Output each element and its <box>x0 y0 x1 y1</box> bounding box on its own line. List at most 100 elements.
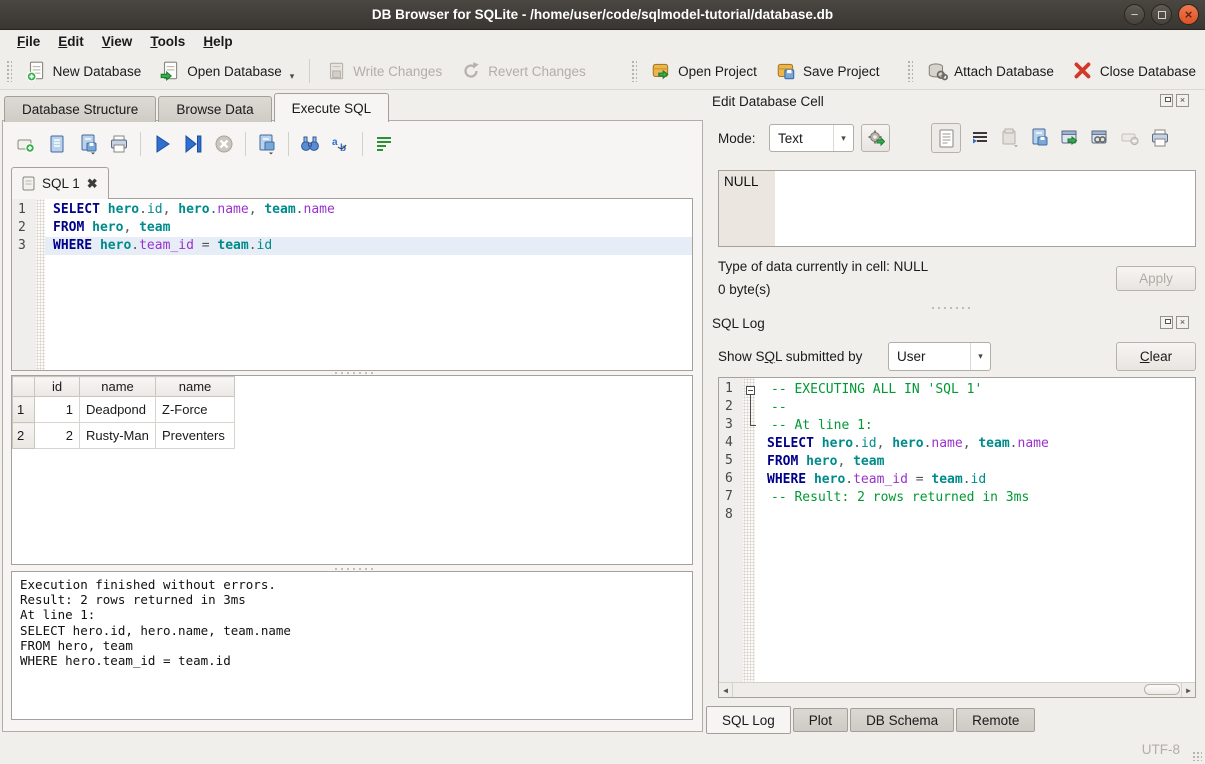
clear-button[interactable]: Clear <box>1116 342 1196 371</box>
cell-hero-name[interactable]: Rusty-Man <box>80 423 156 449</box>
sql-line-current: WHERE hero.team_id = team.id <box>45 237 692 255</box>
cell-size-info: 0 byte(s) <box>718 282 771 297</box>
sql-log-dock-header: SQL Log × <box>712 316 1199 334</box>
menu-help[interactable]: Help <box>194 32 241 51</box>
menu-view[interactable]: View <box>93 32 142 51</box>
main-toolbar: New Database Open Database ▾ Write Chang… <box>0 53 1205 90</box>
resize-grip[interactable] <box>1192 751 1202 761</box>
export-results-icon[interactable] <box>256 133 278 155</box>
close-database-button[interactable]: Close Database <box>1063 57 1205 85</box>
open-project-icon <box>650 60 672 82</box>
import-mode-button[interactable] <box>861 124 890 152</box>
row-header[interactable]: 1 <box>13 397 35 423</box>
minimize-icon[interactable]: − <box>1124 4 1145 25</box>
print-icon[interactable] <box>1149 127 1171 149</box>
gear-import-icon <box>867 129 885 147</box>
revert-changes-icon <box>460 60 482 82</box>
results-grid[interactable]: id name name 1 1 Deadpond Z-Force 2 2 Ru… <box>11 375 693 565</box>
cell-value: NULL <box>724 174 759 189</box>
open-database-button[interactable]: Open Database ▾ <box>150 57 303 85</box>
log-filter-select[interactable]: User ▾ <box>888 342 991 371</box>
save-sql-file-icon[interactable] <box>77 133 99 155</box>
sql-tab-close-icon[interactable]: ✖ <box>87 176 98 192</box>
scroll-left-icon[interactable]: ◀ <box>719 683 733 697</box>
table-row[interactable]: 1 1 Deadpond Z-Force <box>13 397 235 423</box>
word-wrap-icon[interactable] <box>373 133 395 155</box>
open-external-icon[interactable] <box>1059 127 1081 149</box>
cell-team-name[interactable]: Preventers <box>156 423 235 449</box>
execute-current-line-icon[interactable] <box>182 133 204 155</box>
revert-changes-button[interactable]: Revert Changes <box>451 57 595 85</box>
column-header-name2[interactable]: name <box>156 377 235 397</box>
log-line: -- Result: 2 rows returned in 3ms <box>759 489 1195 507</box>
chevron-down-icon: ▾ <box>970 343 990 370</box>
new-database-icon <box>25 60 47 82</box>
execute-all-icon[interactable] <box>151 133 173 155</box>
tab-browse-data[interactable]: Browse Data <box>158 96 271 122</box>
sql-line: FROM hero, team <box>45 219 692 237</box>
dock-float-icon[interactable] <box>1160 94 1173 107</box>
toolbar-separator <box>245 132 246 156</box>
new-tab-icon[interactable] <box>15 133 37 155</box>
sql-log-view[interactable]: 1 2 3 4 5 6 7 8 -- EXECUTING ALL IN 'SQL… <box>718 377 1196 698</box>
cell-value-editor[interactable]: NULL <box>718 170 1196 247</box>
set-link-icon[interactable] <box>1089 127 1111 149</box>
toolbar-grip[interactable] <box>6 60 12 82</box>
row-header[interactable]: 2 <box>13 423 35 449</box>
tab-execute-sql[interactable]: Execute SQL <box>274 93 390 122</box>
open-project-button[interactable]: Open Project <box>641 57 766 85</box>
titlebar: DB Browser for SQLite - /home/user/code/… <box>0 0 1205 30</box>
scrollbar-thumb[interactable] <box>1144 684 1180 695</box>
tab-plot[interactable]: Plot <box>793 708 848 732</box>
dock-close-icon[interactable]: × <box>1176 316 1189 329</box>
cell-team-name[interactable]: Z-Force <box>156 397 235 423</box>
open-sql-file-icon[interactable] <box>46 133 68 155</box>
column-header-id[interactable]: id <box>35 377 80 397</box>
open-database-dropdown-icon[interactable]: ▾ <box>290 71 295 82</box>
cell-hero-name[interactable]: Deadpond <box>80 397 156 423</box>
mode-select[interactable]: Text ▾ <box>769 124 854 152</box>
toolbar-grip[interactable] <box>907 60 913 82</box>
cell-id[interactable]: 1 <box>35 397 80 423</box>
sql-document-tab[interactable]: SQL 1 ✖ <box>11 167 109 199</box>
write-changes-button[interactable]: Write Changes <box>316 57 451 85</box>
column-header-name[interactable]: name <box>80 377 156 397</box>
close-icon[interactable]: × <box>1178 4 1199 25</box>
results-corner <box>13 377 35 397</box>
log-line: -- <box>759 399 1195 417</box>
apply-button[interactable]: Apply <box>1116 266 1196 291</box>
tab-database-structure[interactable]: Database Structure <box>4 96 156 122</box>
table-row[interactable]: 2 2 Rusty-Man Preventers <box>13 423 235 449</box>
attach-database-icon <box>926 60 948 82</box>
dock-float-icon[interactable] <box>1160 316 1173 329</box>
word-wrap-icon[interactable] <box>969 127 991 149</box>
tab-remote[interactable]: Remote <box>956 708 1035 732</box>
menu-edit[interactable]: Edit <box>49 32 93 51</box>
sql-document-icon <box>22 176 35 191</box>
cell-id[interactable]: 2 <box>35 423 80 449</box>
text-mode-button[interactable] <box>931 123 961 153</box>
svg-text:a: a <box>332 137 338 148</box>
menu-file[interactable]: File <box>8 32 49 51</box>
menu-tools[interactable]: Tools <box>141 32 194 51</box>
print-icon[interactable] <box>108 133 130 155</box>
edit-cell-title: Edit Database Cell <box>712 94 824 109</box>
scroll-right-icon[interactable]: ▶ <box>1181 683 1195 697</box>
sql-editor[interactable]: 1 2 3 SELECT hero.id, hero.name, team.na… <box>11 198 693 371</box>
attach-database-button[interactable]: Attach Database <box>917 57 1063 85</box>
tab-db-schema[interactable]: DB Schema <box>850 708 954 732</box>
save-project-button[interactable]: Save Project <box>766 57 889 85</box>
log-horizontal-scrollbar[interactable]: ◀ ▶ <box>719 682 1195 697</box>
splitter-handle[interactable] <box>930 306 972 310</box>
mode-label: Mode: <box>718 131 756 146</box>
toolbar-grip[interactable] <box>631 60 637 82</box>
tab-sql-log[interactable]: SQL Log <box>706 706 791 734</box>
fold-guide-line <box>750 395 756 426</box>
find-replace-icon[interactable]: ab <box>330 133 352 155</box>
export-file-icon[interactable] <box>1029 127 1051 149</box>
maximize-icon[interactable] <box>1151 4 1172 25</box>
find-icon[interactable] <box>299 133 321 155</box>
fold-collapse-icon[interactable] <box>746 386 755 395</box>
dock-close-icon[interactable]: × <box>1176 94 1189 107</box>
new-database-button[interactable]: New Database <box>16 57 151 85</box>
